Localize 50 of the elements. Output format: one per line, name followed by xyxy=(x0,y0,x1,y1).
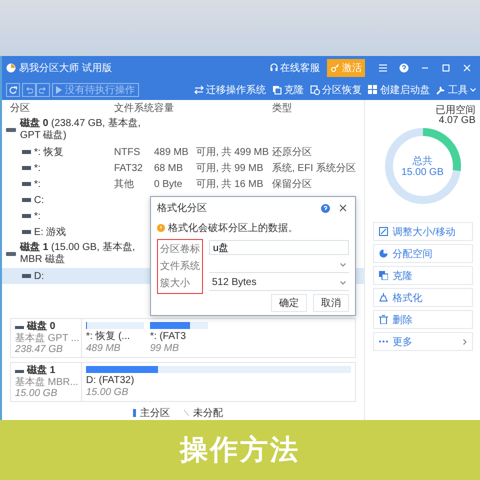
column-header: 类型 xyxy=(272,102,293,115)
field-label: 分区卷标 xyxy=(160,242,200,257)
partition-name: C: xyxy=(34,194,44,206)
partition-size: 489 MB xyxy=(86,343,122,354)
column-header: 分区 xyxy=(10,102,31,115)
disk-name: 磁盘 0 xyxy=(27,321,56,332)
disk-type: 基本盘 GPT ... xyxy=(15,333,77,344)
field-label: 文件系统 xyxy=(160,260,200,274)
total-value: 15.00 GB xyxy=(400,167,445,178)
partition-size: 15.00 GB xyxy=(86,387,130,398)
partition-label: D: (FAT32) xyxy=(86,375,136,387)
disk-label: 磁盘 0 (238.47 GB, 基本盘, GPT 磁盘) xyxy=(20,118,142,142)
disk-type: 基本盘 MBR... xyxy=(15,377,77,388)
partition-label: *: 恢复 (... xyxy=(86,331,131,343)
partition-name: *: xyxy=(34,178,41,190)
table-cell-text: NTFS xyxy=(114,146,142,158)
total-label: 总共 xyxy=(412,156,434,167)
table-cell-text: 0 Byte xyxy=(154,178,184,190)
table-cell-text: 其他 xyxy=(114,178,135,191)
partition-name: D: xyxy=(34,270,44,282)
partition-label: *: (FAT3 xyxy=(150,331,187,343)
column-header: 容量 xyxy=(154,102,175,115)
table-cell-text: 489 MB xyxy=(154,146,190,158)
table-cell-text: 系统, EFI 系统分区 xyxy=(272,162,357,175)
table-cell-text: 68 MB xyxy=(154,162,184,174)
partition-name: E: 游戏 xyxy=(34,226,66,239)
table-cell-text: 保留分区 xyxy=(272,178,313,191)
dialog-title: 格式化分区 xyxy=(157,202,208,215)
column-header: 文件系统 xyxy=(114,102,154,115)
field-label: 簇大小 xyxy=(160,276,191,291)
disk-label: 磁盘 1 (15.00 GB, 基本盘, MBR 磁盘 xyxy=(20,242,136,266)
table-cell-text: 可用, 共 99 MB xyxy=(196,162,264,175)
partition-size: 99 MB xyxy=(150,343,180,354)
legend-label: 主分区 xyxy=(140,406,170,420)
warning-text: 格式化会破坏分区上的数据。 xyxy=(168,222,298,235)
legend-label: 未分配 xyxy=(193,406,223,420)
disk-name: 磁盘 1 xyxy=(27,365,56,376)
partition-name: *: xyxy=(34,210,41,222)
partition-name: *: 恢复 xyxy=(34,146,64,159)
banner-title: 操作方法 xyxy=(180,433,300,467)
disk-size: 238.47 GB xyxy=(15,344,64,355)
window-title: 易我分区大师 试用版 xyxy=(19,62,112,75)
table-cell-text: FAT32 xyxy=(114,162,144,174)
used-space-value: 4.07 GB xyxy=(438,116,476,126)
table-cell-text: 可用, 共 16 MB xyxy=(196,178,264,191)
table-cell-text: 还原分区 xyxy=(272,146,313,159)
partition-name: *: xyxy=(34,162,41,174)
disk-size: 15.00 GB xyxy=(15,388,58,399)
used-space-label: 已用空间 xyxy=(436,106,476,116)
table-cell-text: 可用, 共 499 MB xyxy=(196,146,270,159)
